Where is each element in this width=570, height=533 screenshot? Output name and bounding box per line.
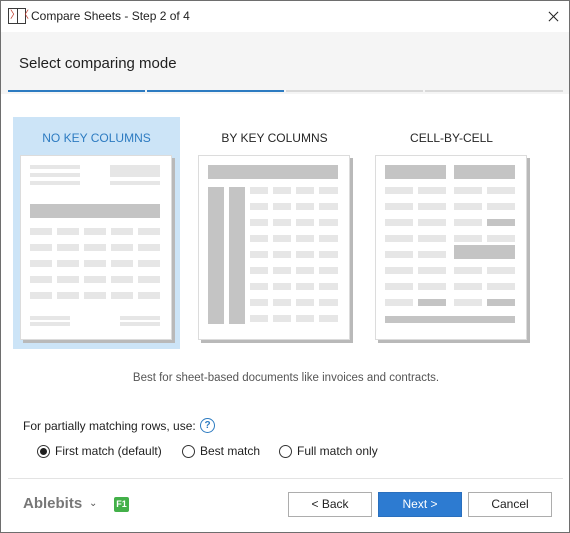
ablebits-brand-menu[interactable]: Ablebits xyxy=(23,495,82,512)
radio-best-match[interactable]: Best match xyxy=(182,443,260,459)
radio-button-icon[interactable] xyxy=(279,444,292,458)
close-icon[interactable] xyxy=(539,1,569,32)
step-header: Select comparing mode xyxy=(1,32,569,94)
step-indicator-1 xyxy=(8,90,145,92)
mode-label: NO KEY COLUMNS xyxy=(42,131,151,145)
radio-label: Best match xyxy=(200,444,261,458)
back-button[interactable]: < Back xyxy=(288,492,372,517)
compare-sheets-dialog: 〉 〈 Compare Sheets - Step 2 of 4 Select … xyxy=(0,0,570,533)
mode-no-key-columns[interactable]: NO KEY COLUMNS xyxy=(13,117,180,349)
footer-divider xyxy=(8,478,563,479)
chevron-down-icon[interactable]: ⌄ xyxy=(89,498,97,509)
radio-full-match-only[interactable]: Full match only xyxy=(279,443,378,459)
page-title: Select comparing mode xyxy=(19,55,177,72)
window-title: Compare Sheets - Step 2 of 4 xyxy=(31,9,190,23)
radio-button-icon[interactable] xyxy=(182,444,195,458)
app-icon-right-glyph: 〈 xyxy=(19,10,29,21)
step-indicator-4 xyxy=(425,90,563,92)
no-key-columns-preview-icon xyxy=(20,155,172,340)
step-indicator-3 xyxy=(286,90,423,92)
step-progress xyxy=(8,90,563,92)
next-button[interactable]: Next > xyxy=(378,492,462,517)
radio-label: Full match only xyxy=(297,444,378,458)
mode-cell-by-cell[interactable]: CELL-BY-CELL xyxy=(368,117,535,349)
radio-first-match[interactable]: First match (default) xyxy=(37,443,162,459)
mode-by-key-columns[interactable]: BY KEY COLUMNS xyxy=(191,117,358,349)
mode-description: Best for sheet-based documents like invo… xyxy=(132,372,440,384)
mode-label: CELL-BY-CELL xyxy=(410,131,493,145)
title-bar: 〉 〈 Compare Sheets - Step 2 of 4 xyxy=(1,1,569,32)
step-indicator-2 xyxy=(147,90,284,92)
compare-sheets-app-icon: 〉 〈 xyxy=(8,8,29,24)
cancel-button[interactable]: Cancel xyxy=(468,492,552,517)
by-key-columns-preview-icon xyxy=(198,155,350,340)
partial-match-label: For partially matching rows, use: xyxy=(23,419,196,433)
question-circle-icon[interactable]: ? xyxy=(200,418,215,433)
radio-label: First match (default) xyxy=(55,444,162,458)
cell-by-cell-preview-icon xyxy=(375,155,527,340)
mode-label: BY KEY COLUMNS xyxy=(221,131,328,145)
f1-help-icon[interactable]: F1 xyxy=(114,497,129,512)
radio-button-icon[interactable] xyxy=(37,444,50,458)
